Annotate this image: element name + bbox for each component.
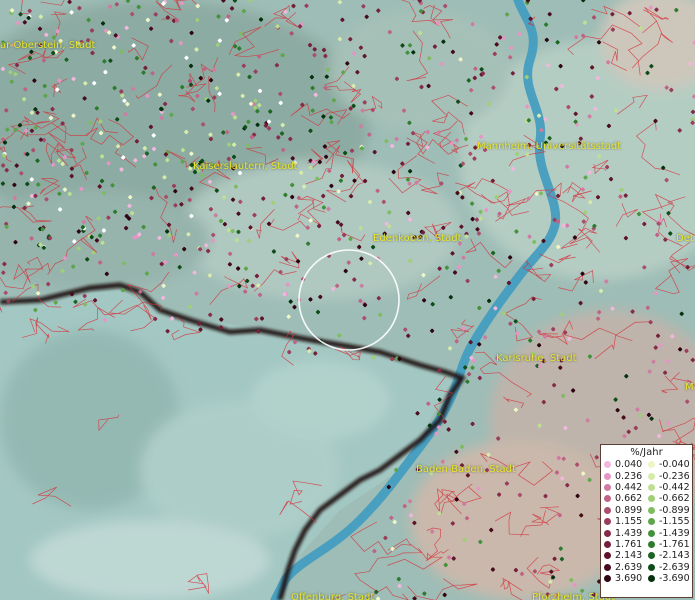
legend-swatch xyxy=(648,529,655,537)
legend-swatch xyxy=(604,483,611,491)
legend-row: 0.442 xyxy=(604,482,648,493)
legend-row: 2.639 xyxy=(604,562,648,573)
legend-negative-column: -0.040 -0.236 -0.442 -0.662 -0.899 -1.155 -1.4… xyxy=(648,459,692,584)
legend-row: -3.690 xyxy=(648,573,692,584)
legend-row: -1.155 xyxy=(648,516,692,527)
legend-row: 3.690 xyxy=(604,573,648,584)
map-view[interactable]: ar-Oberstein, Stadt Kaiserslautern, Stad… xyxy=(0,0,695,600)
legend-swatch xyxy=(648,563,655,571)
legend-swatch xyxy=(604,495,611,503)
legend-row: 0.899 xyxy=(604,505,648,516)
legend-value: 0.899 xyxy=(615,504,643,516)
legend-value: -1.761 xyxy=(659,538,690,550)
legend-value: -0.236 xyxy=(659,470,690,482)
legend-value: -0.040 xyxy=(659,459,690,471)
legend-positive-column: 0.040 0.236 0.442 0.662 0.899 1.155 1.439 1.761… xyxy=(604,459,648,584)
legend-value: -1.439 xyxy=(659,527,690,539)
legend-swatch xyxy=(604,552,611,560)
legend-row: -0.899 xyxy=(648,505,692,516)
legend-row: 2.143 xyxy=(604,550,648,561)
legend-swatch xyxy=(604,518,611,526)
legend-row: 1.761 xyxy=(604,539,648,550)
legend-row: -0.442 xyxy=(648,482,692,493)
legend-value: 2.143 xyxy=(615,550,643,562)
legend-swatch xyxy=(648,506,655,514)
legend-swatch xyxy=(648,483,655,491)
legend-value: 0.040 xyxy=(615,459,643,471)
legend-value: -2.639 xyxy=(659,561,690,573)
legend-value: 0.442 xyxy=(615,481,643,493)
legend-value: -1.155 xyxy=(659,516,690,528)
legend-value: 1.155 xyxy=(615,516,643,528)
legend-swatch xyxy=(604,506,611,514)
legend-title: %/Jahr xyxy=(630,447,663,458)
legend-swatch xyxy=(648,495,655,503)
legend-row: -2.639 xyxy=(648,562,692,573)
legend-swatch xyxy=(648,518,655,526)
legend-row: -0.040 xyxy=(648,459,692,470)
legend-swatch xyxy=(648,461,655,469)
legend-row: 0.040 xyxy=(604,459,648,470)
map-legend: %/Jahr 0.040 0.236 0.442 0.662 0.899 1.155 1.4… xyxy=(600,444,693,598)
legend-swatch xyxy=(604,461,611,469)
legend-value: -0.662 xyxy=(659,493,690,505)
legend-swatch xyxy=(604,472,611,480)
legend-value: -0.442 xyxy=(659,481,690,493)
legend-swatch xyxy=(648,540,655,548)
legend-row: 0.236 xyxy=(604,470,648,482)
legend-row: -1.761 xyxy=(648,539,692,550)
legend-value: -0.899 xyxy=(659,504,690,516)
legend-row: 1.439 xyxy=(604,527,648,539)
legend-value: 3.690 xyxy=(615,573,643,585)
legend-row: 0.662 xyxy=(604,493,648,504)
legend-swatch xyxy=(648,575,655,583)
legend-swatch xyxy=(648,552,655,560)
legend-value: 0.662 xyxy=(615,493,643,505)
legend-row: -1.439 xyxy=(648,527,692,539)
legend-row: 1.155 xyxy=(604,516,648,527)
legend-row: -0.236 xyxy=(648,470,692,482)
legend-row: -0.662 xyxy=(648,493,692,504)
legend-swatch xyxy=(604,563,611,571)
legend-value: -3.690 xyxy=(659,573,690,585)
legend-value: 2.639 xyxy=(615,561,643,573)
legend-value: 1.439 xyxy=(615,527,643,539)
legend-swatch xyxy=(604,575,611,583)
legend-value: 1.761 xyxy=(615,538,643,550)
legend-swatch xyxy=(604,540,611,548)
legend-value: 0.236 xyxy=(615,470,643,482)
legend-value: -2.143 xyxy=(659,550,690,562)
legend-swatch xyxy=(648,472,655,480)
legend-row: -2.143 xyxy=(648,550,692,561)
legend-swatch xyxy=(604,529,611,537)
map-canvas xyxy=(0,0,695,600)
